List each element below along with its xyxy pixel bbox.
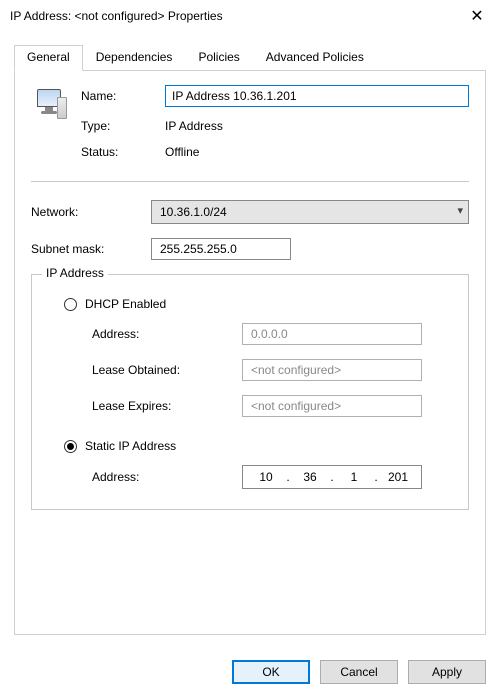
button-bar: OK Cancel Apply [232, 660, 486, 684]
type-value: IP Address [165, 119, 469, 133]
close-icon: ✕ [470, 6, 483, 26]
ok-button[interactable]: OK [232, 660, 310, 684]
static-address-label: Address: [92, 470, 242, 484]
ip-octet-1[interactable]: 10 [249, 470, 283, 484]
tab-dependencies[interactable]: Dependencies [83, 45, 186, 71]
dhcp-address-value: 0.0.0.0 [242, 323, 422, 345]
status-value: Offline [165, 145, 469, 159]
client-area: General Dependencies Policies Advanced P… [0, 32, 500, 635]
dhcp-radio-label: DHCP Enabled [85, 297, 166, 311]
dhcp-radio[interactable]: DHCP Enabled [64, 297, 450, 311]
window-title: IP Address: <not configured> Properties [10, 9, 454, 23]
subnet-field[interactable] [151, 238, 291, 260]
network-combobox[interactable]: ▾ [151, 200, 469, 224]
radio-icon [64, 298, 77, 311]
dhcp-address-label: Address: [92, 327, 242, 341]
ip-octet-4[interactable]: 201 [381, 470, 415, 484]
status-label: Status: [81, 145, 165, 159]
name-label: Name: [81, 89, 165, 103]
group-legend: IP Address [42, 266, 108, 280]
tabstrip: General Dependencies Policies Advanced P… [14, 44, 486, 71]
apply-button[interactable]: Apply [408, 660, 486, 684]
radio-icon [64, 440, 77, 453]
network-label: Network: [31, 205, 151, 219]
tab-advanced-policies[interactable]: Advanced Policies [253, 45, 377, 71]
name-field[interactable] [165, 85, 469, 107]
lease-expires-value: <not configured> [242, 395, 422, 417]
separator [31, 181, 469, 182]
tab-policies[interactable]: Policies [185, 45, 252, 71]
lease-obtained-label: Lease Obtained: [92, 363, 242, 377]
ip-octet-3[interactable]: 1 [337, 470, 371, 484]
cancel-button[interactable]: Cancel [320, 660, 398, 684]
tabpage-general: Name: Type: IP Address Status: Offline N… [14, 71, 486, 635]
ip-address-group: IP Address DHCP Enabled Address: 0.0.0.0… [31, 274, 469, 510]
network-combobox-value[interactable] [151, 200, 469, 224]
lease-obtained-value: <not configured> [242, 359, 422, 381]
lease-expires-label: Lease Expires: [92, 399, 242, 413]
static-radio[interactable]: Static IP Address [64, 439, 450, 453]
type-label: Type: [81, 119, 165, 133]
titlebar: IP Address: <not configured> Properties … [0, 0, 500, 32]
ip-octet-2[interactable]: 36 [293, 470, 327, 484]
subnet-label: Subnet mask: [31, 242, 151, 256]
computer-icon [31, 89, 71, 129]
close-button[interactable]: ✕ [454, 0, 500, 32]
tab-general[interactable]: General [14, 45, 83, 71]
static-ip-field[interactable]: 10 . 36 . 1 . 201 [242, 465, 422, 489]
static-radio-label: Static IP Address [85, 439, 176, 453]
